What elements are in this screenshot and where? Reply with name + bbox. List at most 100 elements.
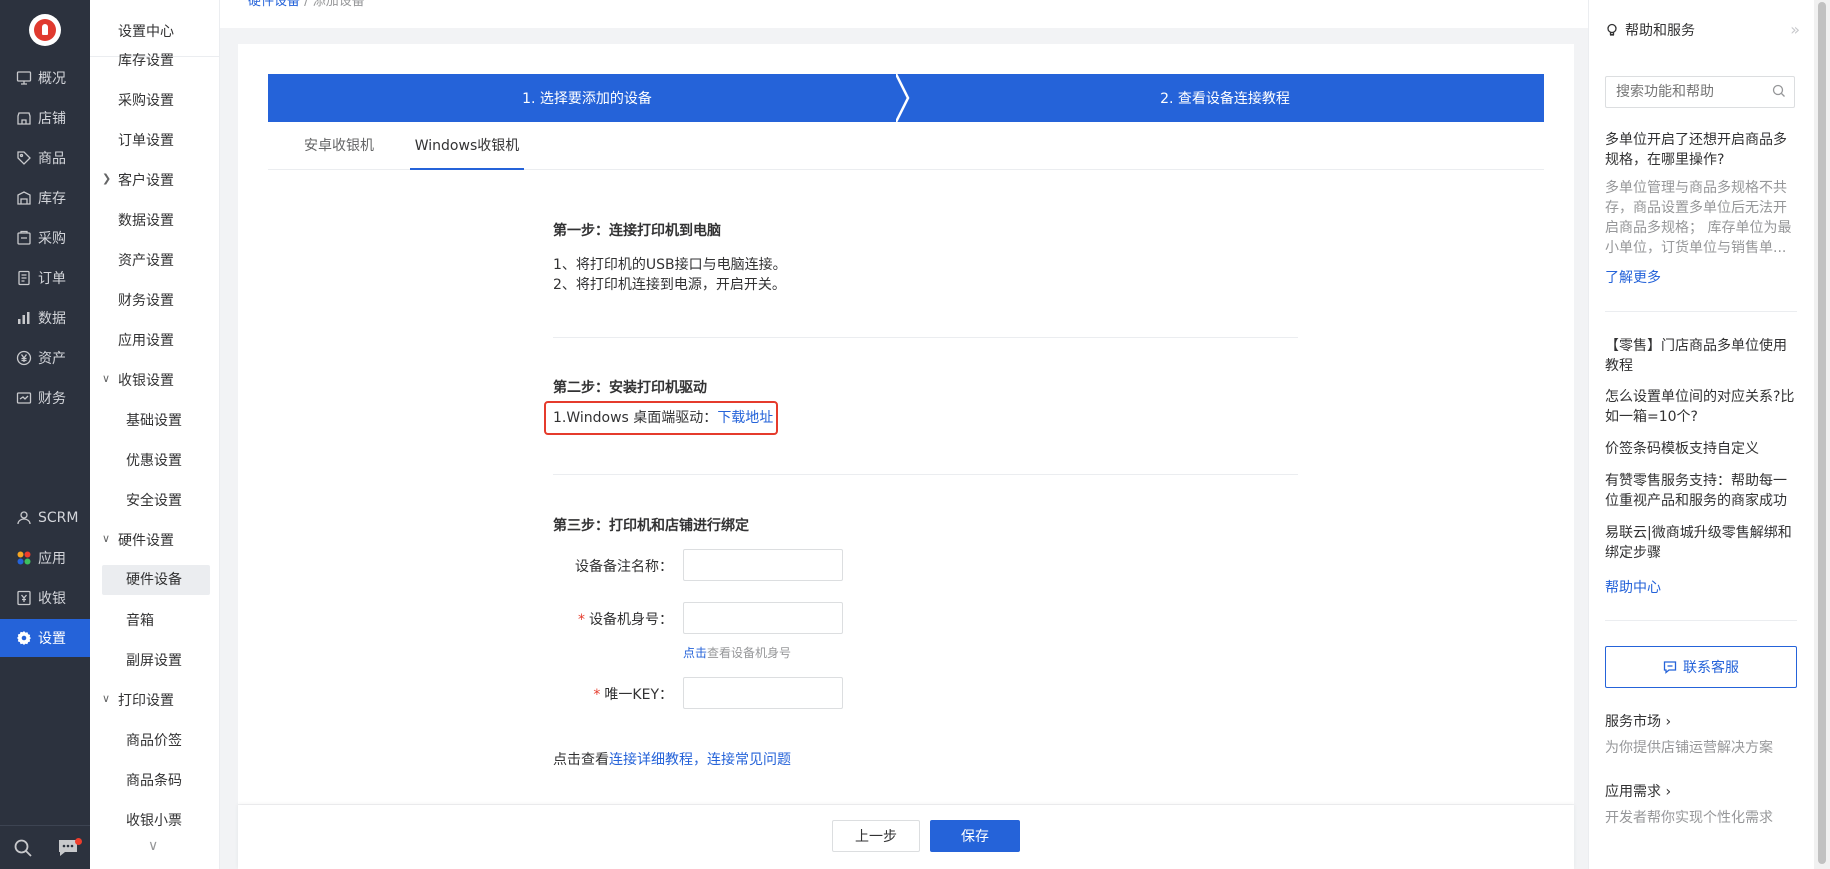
device-id-input[interactable] [683, 602, 843, 634]
nav-item-label: 应用 [38, 551, 66, 567]
help-article[interactable]: 价签条码模板支持自定义 [1605, 439, 1797, 459]
search-icon[interactable] [1772, 84, 1786, 98]
nav2-item-print-settings[interactable]: 打印设置 [118, 690, 174, 710]
settings-center-title: 设置中心 [118, 24, 174, 40]
learn-more-link[interactable]: 了解更多 [1605, 267, 1661, 287]
help-article[interactable]: 怎么设置单位间的对应关系?比如一箱=10个? [1605, 387, 1797, 427]
nav-item-data[interactable]: 数据 [0, 299, 90, 337]
help-question[interactable]: 多单位开启了还想开启商品多规格，在哪里操作? [1605, 130, 1797, 170]
nav2-item-receipt[interactable]: 收银小票 [126, 810, 182, 830]
help-article[interactable]: 【零售】门店商品多单位使用教程 [1605, 336, 1797, 376]
divider [553, 474, 1298, 475]
nav2-item-asset-settings[interactable]: 资产设置 [118, 250, 174, 270]
page-scrollbar[interactable] [1814, 0, 1830, 869]
messages-button[interactable] [45, 826, 90, 869]
device-name-label: 设备备注名称： [575, 559, 673, 575]
nav-item-purchase[interactable]: 采购 [0, 219, 90, 257]
tab-windows[interactable]: Windows收银机 [410, 122, 524, 170]
nav2-item-hardware-settings[interactable]: 硬件设置 [118, 530, 174, 550]
device-id-hint: 点击查看设备机身号 [683, 644, 791, 661]
nav2-item-app-settings[interactable]: 应用设置 [118, 330, 174, 350]
nav-item-apps[interactable]: 应用 [0, 539, 90, 577]
tab-android[interactable]: 安卓收银机 [268, 122, 410, 170]
unique-key-input[interactable] [683, 677, 843, 709]
main-area: 硬件设备 / 添加设备 1. 选择要添加的设备 2. 查看设备连接教程 安卓收银… [220, 0, 1588, 869]
scroll-down-chevron-icon[interactable]: ∨ [148, 838, 158, 854]
prev-step-button[interactable]: 上一步 [832, 820, 920, 852]
step-one-line-2: 2、将打印机连接到电源，开启开关。 [553, 277, 786, 293]
nav2-item-barcode[interactable]: 商品条码 [126, 770, 182, 790]
help-article[interactable]: 易联云|微商城升级零售解绑和绑定步骤 [1605, 523, 1797, 563]
chevron-down-icon: ∨ [102, 692, 111, 705]
nav2-item-data-settings[interactable]: 数据设置 [118, 210, 174, 230]
nav-item-label: 资产 [38, 351, 66, 367]
monitor-icon [16, 71, 32, 85]
brand-logo[interactable] [29, 14, 61, 46]
help-article[interactable]: 有赞零售服务支持：帮助每一位重视产品和服务的商家成功 [1605, 471, 1797, 511]
purchase-icon [17, 230, 31, 245]
help-panel-title: 帮助和服务 [1605, 20, 1695, 40]
download-link[interactable]: 下载地址 [717, 410, 773, 426]
nav-item-inventory[interactable]: 库存 [0, 179, 90, 217]
unique-key-label: * 唯一KEY： [473, 684, 673, 704]
chat-bubble-icon [1663, 661, 1677, 674]
nav-item-settings[interactable]: 设置 [0, 619, 90, 657]
chevron-right-icon: › [1665, 714, 1672, 730]
nav2-item-speaker[interactable]: 音箱 [126, 610, 154, 630]
nav-item-cashier[interactable]: 收银 [0, 579, 90, 617]
service-market-link[interactable]: 服务市场 › [1605, 712, 1797, 732]
nav-item-assets[interactable]: 资产 [0, 339, 90, 377]
nav2-item-order-settings[interactable]: 订单设置 [118, 130, 174, 150]
help-panel: 帮助和服务 » 多单位开启了还想开启商品多规格，在哪里操作? 多单位管理与商品多… [1588, 0, 1814, 869]
device-tabs: 安卓收银机 Windows收银机 [268, 122, 1544, 170]
nav2-item-cashier-settings[interactable]: 收银设置 [118, 370, 174, 390]
step-bar: 1. 选择要添加的设备 2. 查看设备连接教程 [268, 74, 1544, 122]
device-name-input[interactable] [683, 549, 843, 581]
nav2-item-hardware-devices[interactable]: 硬件设备 [102, 565, 210, 595]
required-asterisk: * [593, 687, 601, 703]
breadcrumb-current: 添加设备 [312, 0, 365, 9]
gear-icon [17, 631, 31, 645]
view-device-id-link[interactable]: 点击 [683, 646, 707, 660]
contact-support-label: 联系客服 [1683, 660, 1739, 676]
save-button[interactable]: 保存 [930, 820, 1020, 852]
nav2-item-basic-settings[interactable]: 基础设置 [126, 410, 182, 430]
detailed-tutorial-link[interactable]: 连接详细教程 [609, 752, 693, 768]
nav-item-scrm[interactable]: SCRM [0, 499, 90, 537]
unique-key-label-text: 唯一KEY： [604, 687, 673, 703]
nav2-item-security-settings[interactable]: 安全设置 [126, 490, 182, 510]
scrollbar-thumb[interactable] [1818, 2, 1826, 864]
nav-item-label: SCRM [38, 510, 79, 526]
app-demand-link[interactable]: 应用需求 › [1605, 782, 1797, 802]
nav-item-label: 订单 [38, 271, 66, 287]
store-icon [17, 112, 31, 125]
help-search-input[interactable] [1605, 76, 1795, 108]
contact-support-button[interactable]: 联系客服 [1605, 646, 1797, 688]
app-demand-desc: 开发者帮你实现个性化需求 [1605, 810, 1773, 826]
step-1: 1. 选择要添加的设备 [522, 91, 652, 107]
tag-icon [17, 151, 31, 165]
help-center-link[interactable]: 帮助中心 [1605, 577, 1661, 597]
user-icon [17, 511, 31, 525]
breadcrumb-separator: / [304, 0, 309, 9]
nav2-item-inventory-settings[interactable]: 库存设置 [118, 53, 174, 70]
nav-item-order[interactable]: 订单 [0, 259, 90, 297]
nav2-item-price-tag[interactable]: 商品价签 [126, 730, 182, 750]
nav-item-finance[interactable]: 财务 [0, 379, 90, 417]
nav2-item-customer-settings[interactable]: 客户设置 [118, 170, 174, 190]
nav-item-overview[interactable]: 概况 [0, 59, 90, 97]
breadcrumb-parent-link[interactable]: 硬件设备 [248, 0, 300, 9]
nav2-item-purchase-settings[interactable]: 采购设置 [118, 90, 174, 110]
nav2-item-second-screen[interactable]: 副屏设置 [126, 650, 182, 670]
nav-item-goods[interactable]: 商品 [0, 139, 90, 177]
faq-link[interactable]: 连接常见问题 [707, 752, 791, 768]
breadcrumb-bar: 硬件设备 / 添加设备 [220, 0, 1588, 28]
nav2-item-finance-settings[interactable]: 财务设置 [118, 290, 174, 310]
device-id-label-text: 设备机身号： [589, 612, 673, 628]
tutorial-prefix: 点击查看 [553, 752, 609, 768]
nav2-item-discount-settings[interactable]: 优惠设置 [126, 450, 182, 470]
nav-item-label: 采购 [38, 231, 66, 247]
collapse-panel-icon[interactable]: » [1790, 20, 1800, 39]
nav-item-store[interactable]: 店铺 [0, 99, 90, 137]
global-search-button[interactable] [0, 826, 45, 869]
